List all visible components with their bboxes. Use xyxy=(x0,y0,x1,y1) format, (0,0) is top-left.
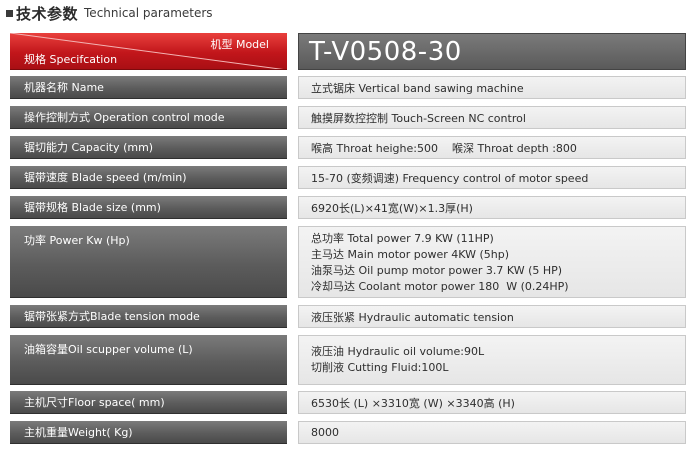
spec-row-control-mode: 操作控制方式 Operation control mode 触摸屏数控控制 To… xyxy=(10,106,686,129)
row-value: 液压张紧 Hydraulic automatic tension xyxy=(298,305,686,328)
spec-table-header: 机型 Model 规格 Specifcation T-V0508-30 xyxy=(10,33,686,70)
row-label: 主机尺寸Floor space( mm) xyxy=(10,391,287,414)
square-bullet-icon xyxy=(6,9,13,17)
section-title: 技术参数 Technical parameters xyxy=(6,2,213,24)
spec-row-weight: 主机重量Weight( Kg) 8000 xyxy=(10,421,686,444)
spec-row-name: 机器名称 Name 立式锯床 Vertical band sawing mach… xyxy=(10,76,686,99)
row-label: 功率 Power Kw (Hp) xyxy=(10,226,287,298)
title-english: Technical parameters xyxy=(84,6,213,20)
row-value: 立式锯床 Vertical band sawing machine xyxy=(298,76,686,99)
spec-row-blade-tension: 锯带张紧方式Blade tension mode 液压张紧 Hydraulic … xyxy=(10,305,686,328)
row-value: 15-70 (变频调速) Frequency control of motor … xyxy=(298,166,686,189)
title-chinese: 技术参数 xyxy=(16,4,79,23)
row-label: 机器名称 Name xyxy=(10,76,287,99)
spec-row-blade-speed: 锯带速度 Blade speed (m/min) 15-70 (变频调速) Fr… xyxy=(10,166,686,189)
row-value: 喉高 Throat heighe:500 喉深 Throat depth :80… xyxy=(298,136,686,159)
row-value: 6530长 (L) ×3310宽 (W) ×3340高 (H) xyxy=(298,391,686,414)
value-line: 油泵马达 Oil pump motor power 3.7 KW (5 HP) xyxy=(311,264,563,277)
row-value: 触摸屏数控控制 Touch-Screen NC control xyxy=(298,106,686,129)
row-label: 操作控制方式 Operation control mode xyxy=(10,106,287,129)
row-label: 主机重量Weight( Kg) xyxy=(10,421,287,444)
row-value: 6920长(L)×41宽(W)×1.3厚(H) xyxy=(298,196,686,219)
row-label: 锯切能力 Capacity (mm) xyxy=(10,136,287,159)
value-line: 冷却马达 Coolant motor power 180 W (0.24HP) xyxy=(311,280,569,293)
value-line: 切削液 Cutting Fluid:100L xyxy=(311,361,449,374)
value-line: 主马达 Main motor power 4KW (5hp) xyxy=(311,248,509,261)
model-label: 机型 Model xyxy=(210,38,269,51)
row-label: 锯带张紧方式Blade tension mode xyxy=(10,305,287,328)
spec-row-power: 功率 Power Kw (Hp) 总功率 Total power 7.9 KW … xyxy=(10,226,686,298)
value-line: 液压油 Hydraulic oil volume:90L xyxy=(311,345,485,358)
row-value: 液压油 Hydraulic oil volume:90L 切削液 Cutting… xyxy=(298,335,686,385)
row-label: 锯带规格 Blade size (mm) xyxy=(10,196,287,219)
model-value: T-V0508-30 xyxy=(298,33,686,70)
row-label: 油箱容量Oil scupper volume (L) xyxy=(10,335,287,385)
row-label: 锯带速度 Blade speed (m/min) xyxy=(10,166,287,189)
spec-row-blade-size: 锯带规格 Blade size (mm) 6920长(L)×41宽(W)×1.3… xyxy=(10,196,686,219)
spec-row-oil-volume: 油箱容量Oil scupper volume (L) 液压油 Hydraulic… xyxy=(10,335,686,385)
value-line: 总功率 Total power 7.9 KW (11HP) xyxy=(311,232,494,245)
row-value: 总功率 Total power 7.9 KW (11HP) 主马达 Main m… xyxy=(298,226,686,298)
spec-row-floor-space: 主机尺寸Floor space( mm) 6530长 (L) ×3310宽 (W… xyxy=(10,391,686,414)
row-value: 8000 xyxy=(298,421,686,444)
spec-row-capacity: 锯切能力 Capacity (mm) 喉高 Throat heighe:500 … xyxy=(10,136,686,159)
header-label-cell: 机型 Model 规格 Specifcation xyxy=(10,33,287,70)
specification-label: 规格 Specifcation xyxy=(24,53,118,66)
